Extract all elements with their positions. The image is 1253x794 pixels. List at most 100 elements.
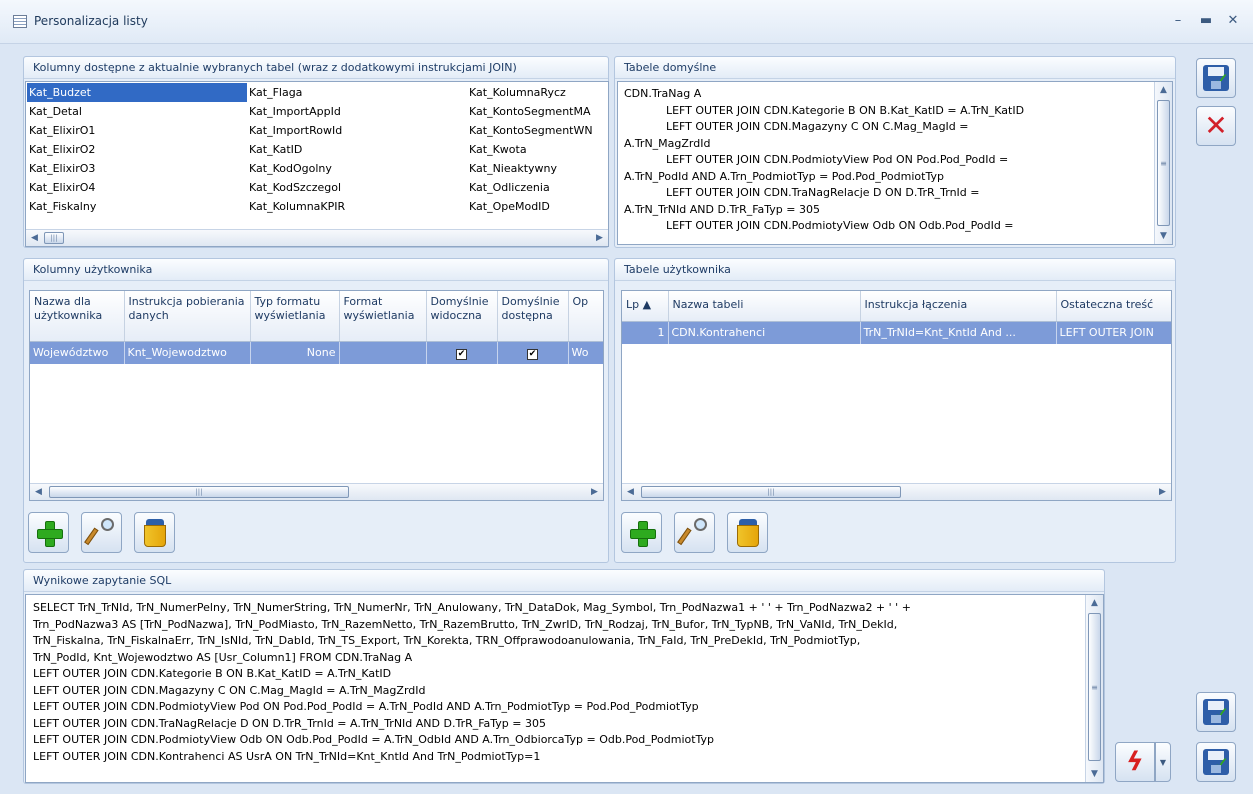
default-tables-content: CDN.TraNag A LEFT OUTER JOIN CDN.Kategor… — [624, 87, 1025, 232]
cell-format[interactable] — [339, 341, 427, 364]
column-option[interactable]: Kat_KontoSegmentWN — [467, 121, 608, 140]
user-columns-panel: Kolumny użytkownika Nazwa dla użytkownik… — [23, 258, 609, 563]
scroll-thumb[interactable]: ≡ — [1088, 613, 1101, 761]
minimize-icon[interactable]: – — [1169, 12, 1187, 30]
cell-format-type[interactable]: None — [250, 341, 340, 364]
visible-checkbox[interactable]: ✔ — [456, 348, 467, 360]
table-row[interactable]: Województwo Knt_Wojewodztwo None ✔ ✔ Wo — [30, 341, 603, 364]
column-option[interactable]: Kat_KolumnaKPIR — [247, 197, 467, 216]
scroll-down-icon[interactable]: ▼ — [1086, 766, 1103, 782]
horizontal-scrollbar[interactable]: ◀ ||| ▶ — [30, 483, 603, 500]
save-as-button[interactable]: ✓ — [1196, 692, 1236, 732]
column-header[interactable]: Instrukcja pobierania danych — [124, 291, 251, 342]
add-table-button[interactable] — [621, 512, 662, 553]
cell-visible[interactable]: ✔ — [426, 341, 498, 364]
column-header-lp[interactable]: Lp ▲ — [622, 291, 669, 322]
table-row[interactable]: 1 CDN.Kontrahenci TrN_TrNId=Knt_KntId An… — [622, 321, 1171, 344]
vertical-scrollbar[interactable]: ▲ ≡ ▼ — [1085, 595, 1103, 782]
column-option[interactable]: Kat_ElixirO2 — [27, 140, 247, 159]
scroll-up-icon[interactable]: ▲ — [1086, 595, 1103, 611]
column-header[interactable]: Domyślnie widoczna — [426, 291, 498, 342]
scroll-left-icon[interactable]: ◀ — [622, 484, 639, 500]
column-option[interactable]: Kat_Nieaktywny — [467, 159, 608, 178]
available-columns-title: Kolumny dostępne z aktualnie wybranych t… — [24, 57, 608, 79]
execute-dropdown[interactable]: ▼ — [1155, 742, 1171, 782]
column-option[interactable]: Kat_ImportRowId — [247, 121, 467, 140]
scroll-down-icon[interactable]: ▼ — [1155, 228, 1172, 244]
user-tables-grid[interactable]: Lp ▲ Nazwa tabeli Instrukcja łączenia Os… — [621, 290, 1172, 501]
scroll-right-icon[interactable]: ▶ — [591, 230, 608, 246]
column-option[interactable]: Kat_KolumnaRycz — [467, 83, 608, 102]
cell-table-name[interactable]: CDN.Kontrahenci — [668, 321, 861, 344]
column-header[interactable]: Instrukcja łączenia — [860, 291, 1057, 322]
close-icon[interactable]: ✕ — [1224, 12, 1242, 30]
cell-final[interactable]: LEFT OUTER JOIN — [1056, 321, 1171, 344]
execute-icon: ϟ — [1126, 747, 1144, 777]
edit-column-button[interactable] — [81, 512, 122, 553]
scroll-left-icon[interactable]: ◀ — [26, 230, 43, 246]
sql-content: SELECT TrN_TrNId, TrN_NumerPelny, TrN_Nu… — [33, 601, 911, 763]
delete-column-button[interactable] — [134, 512, 175, 553]
column-option[interactable]: Kat_ElixirO1 — [27, 121, 247, 140]
cancel-button[interactable]: ✕ — [1196, 106, 1236, 146]
column-option[interactable]: Kat_KodSzczegol — [247, 178, 467, 197]
horizontal-scrollbar[interactable]: ◀ ||| ▶ — [622, 483, 1171, 500]
column-option[interactable]: Kat_Fiskalny — [27, 197, 247, 216]
cell-op[interactable]: Wo — [568, 341, 603, 364]
column-option[interactable]: Kat_Detal — [27, 102, 247, 121]
user-tables-title: Tabele użytkownika — [615, 259, 1175, 281]
scroll-up-icon[interactable]: ▲ — [1155, 82, 1172, 98]
column-header[interactable]: Typ formatu wyświetlania — [250, 291, 340, 342]
edit-icon — [676, 517, 707, 548]
available-columns-list[interactable]: Kat_Budzet Kat_Flaga Kat_KolumnaRycz Kat… — [25, 81, 609, 247]
save-button[interactable]: ✓ — [1196, 58, 1236, 98]
vertical-scrollbar[interactable]: ▲ ≡ ▼ — [1154, 82, 1172, 244]
scroll-thumb[interactable]: ||| — [641, 486, 901, 498]
column-option[interactable]: Kat_OpeModID — [467, 197, 608, 216]
column-option[interactable]: Kat_KodOgolny — [247, 159, 467, 178]
default-tables-text[interactable]: CDN.TraNag A LEFT OUTER JOIN CDN.Kategor… — [617, 81, 1173, 245]
scroll-thumb[interactable]: ≡ — [1157, 100, 1170, 226]
sql-text[interactable]: SELECT TrN_TrNId, TrN_NumerPelny, TrN_Nu… — [25, 594, 1104, 783]
cell-lp[interactable]: 1 — [622, 321, 669, 344]
cell-available[interactable]: ✔ — [497, 341, 569, 364]
column-header[interactable]: Ostateczna treść — [1056, 291, 1171, 322]
column-option[interactable]: Kat_Odliczenia — [467, 178, 608, 197]
scroll-right-icon[interactable]: ▶ — [1154, 484, 1171, 500]
available-checkbox[interactable]: ✔ — [527, 348, 538, 360]
column-option[interactable]: Kat_ElixirO4 — [27, 178, 247, 197]
export-button[interactable]: ✓ — [1196, 742, 1236, 782]
default-tables-panel: Tabele domyślne CDN.TraNag A LEFT OUTER … — [614, 56, 1176, 248]
scroll-thumb[interactable]: ||| — [49, 486, 349, 498]
user-columns-grid[interactable]: Nazwa dla użytkownika Instrukcja pobiera… — [29, 290, 604, 501]
delete-table-button[interactable] — [727, 512, 768, 553]
scroll-left-icon[interactable]: ◀ — [30, 484, 47, 500]
chevron-down-icon: ▼ — [1159, 758, 1167, 767]
column-option[interactable]: Kat_ElixirO3 — [27, 159, 247, 178]
column-option[interactable]: Kat_KatID — [247, 140, 467, 159]
column-option[interactable]: Kat_Budzet — [27, 83, 247, 102]
edit-table-button[interactable] — [674, 512, 715, 553]
cell-instruction[interactable]: Knt_Wojewodztwo — [124, 341, 251, 364]
cell-join[interactable]: TrN_TrNId=Knt_KntId And ... — [860, 321, 1057, 344]
cell-name[interactable]: Województwo — [30, 341, 125, 364]
add-icon — [629, 520, 656, 547]
horizontal-scrollbar[interactable]: ◀ ||| ▶ — [26, 229, 608, 246]
delete-icon — [736, 518, 759, 547]
column-header[interactable]: Format wyświetlania — [339, 291, 427, 342]
column-header[interactable]: Nazwa tabeli — [668, 291, 861, 322]
column-option[interactable]: Kat_Kwota — [467, 140, 608, 159]
column-header[interactable]: Domyślnie dostępna — [497, 291, 569, 342]
column-header[interactable]: Op — [568, 291, 603, 342]
add-column-button[interactable] — [28, 512, 69, 553]
user-tables-panel: Tabele użytkownika Lp ▲ Nazwa tabeli Ins… — [614, 258, 1176, 563]
execute-button[interactable]: ϟ — [1115, 742, 1155, 782]
scroll-thumb[interactable]: ||| — [44, 232, 64, 244]
maximize-icon[interactable]: ▬ — [1197, 12, 1215, 30]
column-option[interactable]: Kat_Flaga — [247, 83, 467, 102]
add-icon — [36, 520, 63, 547]
column-option[interactable]: Kat_ImportAppId — [247, 102, 467, 121]
column-option[interactable]: Kat_KontoSegmentMA — [467, 102, 608, 121]
scroll-right-icon[interactable]: ▶ — [586, 484, 603, 500]
column-header[interactable]: Nazwa dla użytkownika — [30, 291, 125, 342]
